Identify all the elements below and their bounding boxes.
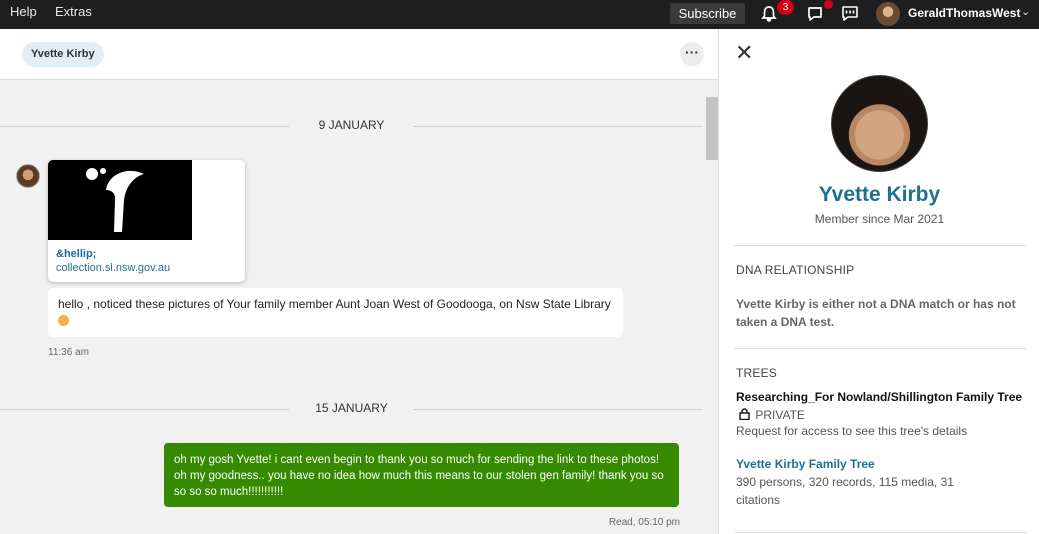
request-access-text: Request for access to see this tree's de… bbox=[736, 424, 968, 438]
sender-avatar[interactable] bbox=[16, 164, 40, 188]
dna-section-title: DNA RELATIONSHIP bbox=[736, 263, 855, 277]
username[interactable]: GeraldThomasWest bbox=[908, 6, 1020, 20]
tree-name: Researching_For Nowland/Shillington Fami… bbox=[736, 390, 1023, 404]
tree-link[interactable]: Yvette Kirby Family Tree bbox=[736, 457, 875, 471]
notification-badge: 3 bbox=[777, 0, 794, 15]
profile-panel: ✕ Yvette Kirby Member since Mar 2021 DNA… bbox=[720, 29, 1039, 534]
private-label: PRIVATE bbox=[755, 408, 805, 422]
divider bbox=[0, 409, 289, 410]
profile-photo bbox=[831, 75, 928, 172]
conversation-header: Yvette Kirby ··· bbox=[0, 29, 718, 80]
divider bbox=[0, 126, 289, 127]
scrollbar-thumb[interactable] bbox=[706, 97, 718, 160]
profile-name[interactable]: Yvette Kirby bbox=[720, 183, 1039, 207]
chat-unread-dot bbox=[824, 0, 833, 9]
extras-link[interactable]: Extras bbox=[55, 4, 92, 19]
conversation-pane: Yvette Kirby ··· 9 JANUARY &hellip; coll… bbox=[0, 29, 719, 534]
tree-stats: 390 persons, 320 records, 115 media, 31 … bbox=[736, 475, 954, 507]
lock-icon bbox=[739, 407, 750, 421]
divider bbox=[734, 348, 1027, 349]
incoming-message: hello , noticed these pictures of Your f… bbox=[48, 288, 623, 337]
top-bar: Help Extras Subscribe 3 GeraldThomasWest… bbox=[0, 0, 1039, 29]
divider bbox=[414, 126, 703, 127]
dna-description: Yvette Kirby is either not a DNA match o… bbox=[736, 297, 1016, 329]
date-separator: 9 JANUARY bbox=[0, 117, 703, 137]
link-preview-image bbox=[48, 160, 192, 240]
message-text: hello , noticed these pictures of Your f… bbox=[58, 297, 611, 311]
chevron-down-icon[interactable]: ⌄ bbox=[1021, 5, 1030, 18]
message-timestamp: 11:36 am bbox=[48, 347, 89, 358]
date-label: 15 JANUARY bbox=[315, 401, 388, 415]
link-url[interactable]: collection.sl.nsw.gov.au bbox=[56, 262, 170, 274]
date-label: 9 JANUARY bbox=[318, 118, 385, 132]
subscribe-button[interactable]: Subscribe bbox=[670, 3, 745, 24]
member-since: Member since Mar 2021 bbox=[814, 212, 945, 226]
user-avatar[interactable] bbox=[876, 2, 900, 26]
more-icon[interactable]: ··· bbox=[680, 42, 704, 66]
divider bbox=[414, 409, 703, 410]
divider bbox=[734, 245, 1027, 246]
emoji-icon bbox=[58, 315, 69, 327]
outgoing-message: oh my gosh Yvette! i cant even begin to … bbox=[164, 443, 679, 507]
help-link[interactable]: Help bbox=[10, 4, 37, 19]
trees-section-title: TREES bbox=[736, 366, 778, 380]
close-icon[interactable]: ✕ bbox=[735, 42, 755, 64]
contact-chip[interactable]: Yvette Kirby bbox=[22, 42, 104, 67]
divider bbox=[734, 532, 1027, 533]
tree-item-private: Researching_For Nowland/Shillington Fami… bbox=[736, 388, 1026, 424]
bell-icon[interactable] bbox=[759, 4, 779, 24]
message-icon[interactable] bbox=[840, 4, 860, 24]
link-preview-card[interactable]: &hellip; collection.sl.nsw.gov.au bbox=[48, 160, 245, 282]
link-title[interactable]: &hellip; bbox=[56, 248, 96, 260]
chat-bubble-icon[interactable] bbox=[805, 4, 825, 24]
read-receipt: Read, 05:10 pm bbox=[608, 517, 680, 528]
date-separator: 15 JANUARY bbox=[0, 400, 703, 420]
